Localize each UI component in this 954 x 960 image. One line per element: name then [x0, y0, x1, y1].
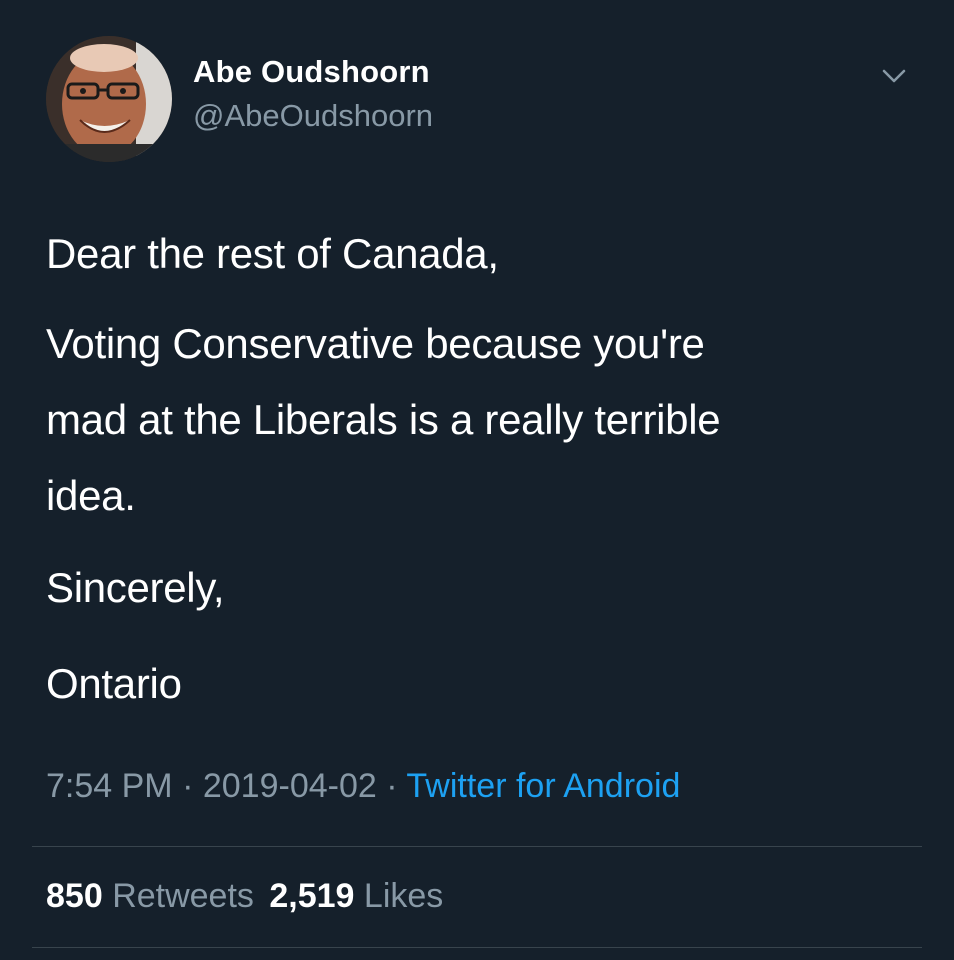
- likes-stat[interactable]: 2,519 Likes: [269, 877, 443, 915]
- retweets-count: 850: [46, 877, 103, 915]
- author-name[interactable]: Abe Oudshoorn: [193, 54, 430, 90]
- avatar[interactable]: [46, 36, 172, 162]
- tweet-time[interactable]: 7:54 PM: [46, 767, 173, 805]
- meta-separator: ·: [182, 767, 194, 805]
- tweet-text-line: mad at the Liberals is a really terrible: [46, 396, 721, 443]
- tweet-text-line: Dear the rest of Canada,: [46, 230, 499, 277]
- likes-count: 2,519: [269, 877, 355, 915]
- chevron-down-icon[interactable]: [876, 62, 912, 92]
- tweet-card: Abe Oudshoorn @AbeOudshoorn Dear the res…: [0, 0, 954, 960]
- tweet-text-line: Voting Conservative because you're: [46, 320, 705, 367]
- tweet-source-link[interactable]: Twitter for Android: [406, 767, 680, 805]
- tweet-text-line: Ontario: [46, 660, 182, 707]
- meta-separator: ·: [386, 767, 398, 805]
- avatar-photo: [46, 36, 172, 162]
- tweet-stats: 850 Retweets 2,519 Likes: [46, 877, 443, 916]
- retweets-label: Retweets: [112, 877, 254, 915]
- tweet-date[interactable]: 2019-04-02: [203, 767, 377, 805]
- author-handle[interactable]: @AbeOudshoorn: [193, 98, 433, 134]
- tweet-text-line: Sincerely,: [46, 564, 225, 611]
- likes-label: Likes: [363, 877, 444, 915]
- tweet-text-line: idea.: [46, 472, 136, 519]
- divider: [32, 846, 922, 847]
- retweets-stat[interactable]: 850 Retweets: [46, 877, 263, 915]
- divider: [32, 947, 922, 948]
- tweet-metadata: 7:54 PM · 2019-04-02 · Twitter for Andro…: [46, 767, 680, 806]
